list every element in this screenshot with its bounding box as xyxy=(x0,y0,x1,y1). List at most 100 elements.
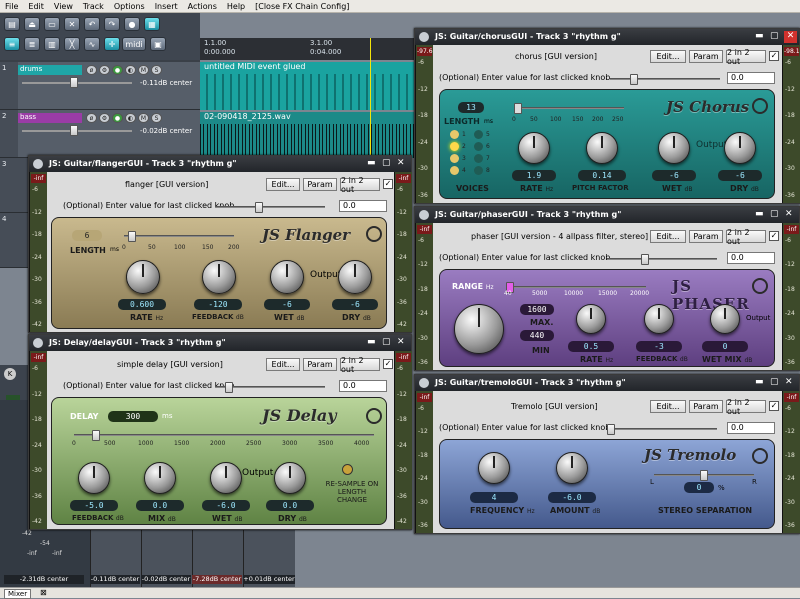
stereo-separation-slider[interactable] xyxy=(654,470,754,481)
bypass-checkbox[interactable]: ✓ xyxy=(769,231,779,241)
length-slider[interactable] xyxy=(514,103,624,114)
pitch-factor-knob[interactable] xyxy=(586,132,618,164)
grouping-icon[interactable]: ▥ xyxy=(44,37,60,51)
feedback-knob[interactable] xyxy=(644,304,674,334)
ripple-icon[interactable]: ≣ xyxy=(24,37,40,51)
delay-slider[interactable] xyxy=(74,430,374,441)
close-icon[interactable]: ✕ xyxy=(785,209,793,219)
maximize-icon[interactable]: ▢ xyxy=(770,377,779,387)
audio-waveform[interactable] xyxy=(200,124,415,158)
dry-knob[interactable] xyxy=(274,462,306,494)
optional-slider[interactable] xyxy=(607,424,717,435)
midi-item-title[interactable]: untitled MIDI event glued xyxy=(200,62,415,74)
fx-icon[interactable]: ⚙ xyxy=(99,113,110,123)
fx-icon[interactable]: ⚙ xyxy=(99,65,110,75)
voice-led[interactable] xyxy=(450,130,459,139)
snap-icon[interactable]: ≡ xyxy=(4,37,20,51)
track-name-field[interactable]: drums xyxy=(18,65,82,75)
io-button[interactable]: 2 in 2 out xyxy=(340,176,380,194)
save-icon[interactable]: ▭ xyxy=(44,17,60,31)
param-button[interactable]: Param xyxy=(689,400,723,413)
frequency-knob[interactable] xyxy=(478,452,510,484)
io-button[interactable]: 2 in 2 out xyxy=(726,228,766,246)
minimize-icon[interactable]: ▬ xyxy=(755,31,766,42)
feedback-knob[interactable] xyxy=(202,260,236,294)
envelope-icon[interactable]: ∿ xyxy=(84,37,100,51)
minimize-icon[interactable]: ▬ xyxy=(367,158,376,168)
grid-icon[interactable]: ▦ xyxy=(144,17,160,31)
edit-button[interactable]: Edit... xyxy=(650,230,686,243)
timeline-ruler[interactable]: 1.1.00 0:00.000 3.1.00 0:04.000 xyxy=(200,38,415,60)
track-name-field[interactable]: bass xyxy=(18,113,82,123)
close-icon[interactable]: ✕ xyxy=(397,158,405,168)
rate-knob[interactable] xyxy=(576,304,606,334)
volume-slider[interactable] xyxy=(22,77,132,88)
rate-knob[interactable] xyxy=(518,132,550,164)
optional-slider[interactable] xyxy=(607,254,717,265)
minimize-icon[interactable]: ▬ xyxy=(755,377,764,387)
mix-knob[interactable] xyxy=(144,462,176,494)
edit-button[interactable]: Edit... xyxy=(650,50,686,63)
menu-close-fx-chain[interactable]: [Close FX Chain Config] xyxy=(250,2,354,11)
io-button[interactable]: 2 in 2 out xyxy=(340,356,380,374)
track-row-1[interactable]: 1 drums ø ⚙ ● ◐ M S -0.11dB center xyxy=(0,62,200,110)
maximize-icon[interactable]: ▢ xyxy=(770,31,781,42)
menu-edit[interactable]: Edit xyxy=(23,2,49,11)
track-row-4[interactable]: 4 xyxy=(0,213,28,268)
minimize-icon[interactable]: ▬ xyxy=(755,209,764,219)
optional-slider[interactable] xyxy=(215,382,325,393)
voice-led[interactable] xyxy=(474,154,483,163)
close-icon[interactable]: ✕ xyxy=(784,31,797,43)
menu-actions[interactable]: Actions xyxy=(183,2,222,11)
range-knob[interactable] xyxy=(454,304,504,354)
voice-led[interactable] xyxy=(474,166,483,175)
cursor-icon[interactable]: ✛ xyxy=(104,37,120,51)
edit-button[interactable]: Edit... xyxy=(266,178,300,191)
voice-led[interactable] xyxy=(474,130,483,139)
close-icon[interactable]: ✕ xyxy=(397,337,405,347)
io-button[interactable]: 2 in 2 out xyxy=(726,398,766,416)
wet-mix-knob[interactable] xyxy=(710,304,740,334)
menu-insert[interactable]: Insert xyxy=(150,2,183,11)
midi-button[interactable]: midi xyxy=(122,37,146,51)
optional-value-input[interactable]: 0.0 xyxy=(727,252,775,264)
dry-knob[interactable] xyxy=(338,260,372,294)
voice-led[interactable] xyxy=(450,166,459,175)
io-button[interactable]: 2 in 2 out xyxy=(726,48,766,66)
undo-icon[interactable]: ↶ xyxy=(84,17,100,31)
new-project-icon[interactable]: ▤ xyxy=(4,17,20,31)
metronome-icon[interactable]: ● xyxy=(124,17,140,31)
maximize-icon[interactable]: ▢ xyxy=(382,158,391,168)
maximize-icon[interactable]: ▢ xyxy=(382,337,391,347)
close-icon[interactable]: ✕ xyxy=(785,377,793,387)
solo-button[interactable]: S xyxy=(151,113,162,123)
param-button[interactable]: Param xyxy=(689,230,723,243)
transport-home-icon[interactable]: K xyxy=(4,368,16,380)
wet-knob[interactable] xyxy=(270,260,304,294)
solo-button[interactable]: S xyxy=(151,65,162,75)
monitor-icon[interactable]: ◐ xyxy=(125,65,136,75)
maximize-icon[interactable]: ▢ xyxy=(770,209,779,219)
close-tab-icon[interactable]: ⊠ xyxy=(40,588,47,597)
mute-button[interactable]: M xyxy=(138,113,149,123)
settings-icon[interactable]: ✕ xyxy=(64,17,80,31)
optional-value-input[interactable]: 0.0 xyxy=(727,422,775,434)
optional-slider[interactable] xyxy=(610,74,720,85)
optional-slider[interactable] xyxy=(215,202,325,213)
volume-slider[interactable] xyxy=(22,125,132,136)
voice-led[interactable] xyxy=(474,142,483,151)
redo-icon[interactable]: ↷ xyxy=(104,17,120,31)
monitor-icon[interactable]: ◐ xyxy=(125,113,136,123)
rate-knob[interactable] xyxy=(126,260,160,294)
midi-item[interactable] xyxy=(200,74,415,110)
wet-knob[interactable] xyxy=(210,462,242,494)
menu-view[interactable]: View xyxy=(49,2,78,11)
mute-button[interactable]: M xyxy=(138,65,149,75)
resample-led[interactable] xyxy=(342,464,353,475)
minimize-icon[interactable]: ▬ xyxy=(367,337,376,347)
dry-knob[interactable] xyxy=(724,132,756,164)
menu-track[interactable]: Track xyxy=(78,2,109,11)
audio-item-title[interactable]: 02-090418_2125.wav xyxy=(200,112,415,124)
menu-options[interactable]: Options xyxy=(109,2,150,11)
bypass-checkbox[interactable]: ✓ xyxy=(383,359,393,369)
